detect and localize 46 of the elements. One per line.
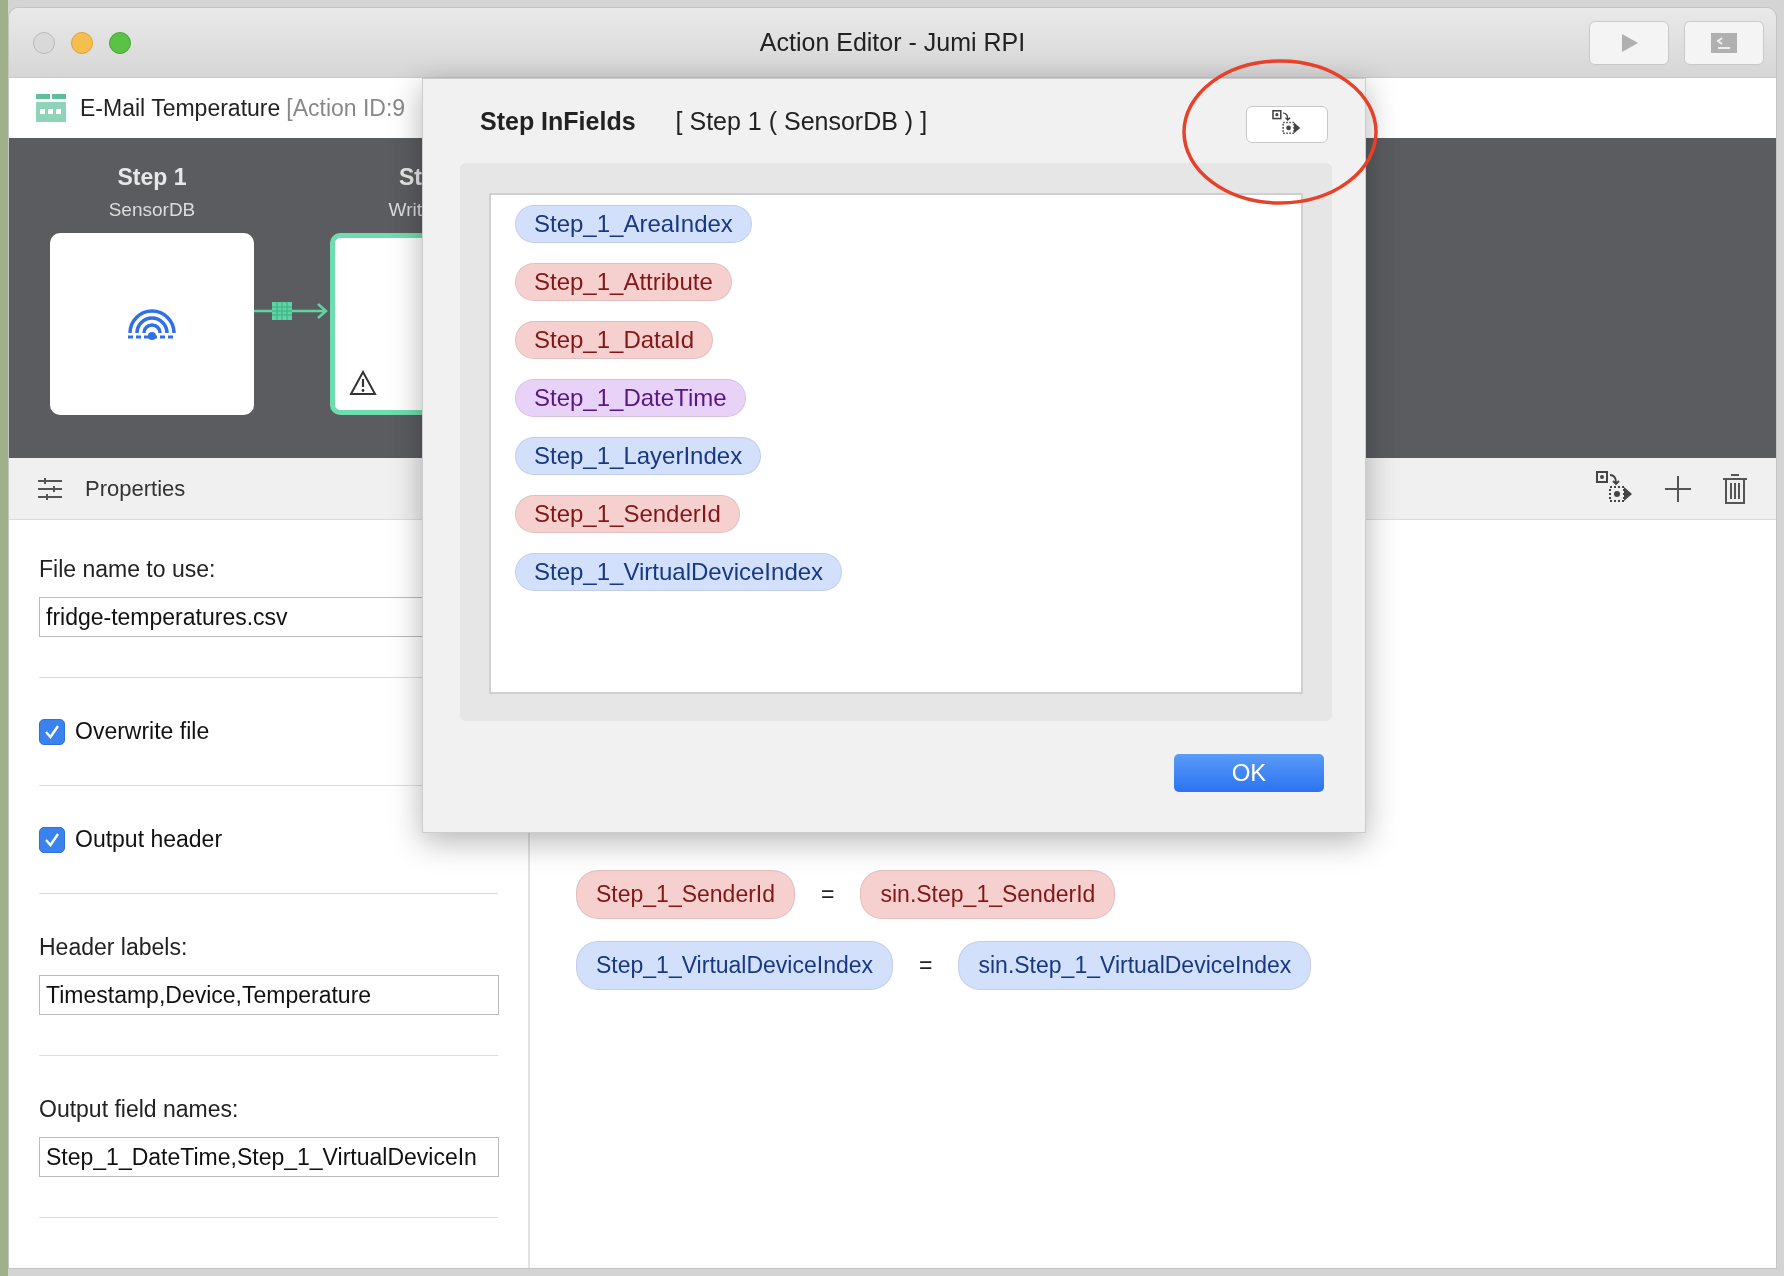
- field-tag[interactable]: Step_1_LayerIndex: [515, 437, 762, 475]
- table-icon: [36, 94, 66, 122]
- add-icon[interactable]: [1664, 474, 1692, 503]
- field-label: File name to use:: [39, 556, 217, 583]
- checkbox-label: Overwrite file: [75, 718, 210, 745]
- trash-icon[interactable]: [1722, 473, 1748, 504]
- checkbox[interactable]: [39, 826, 65, 853]
- action-name: E-Mail Temperature: [80, 94, 281, 122]
- field-tag: sin.Step_1_VirtualDeviceIndex: [958, 941, 1312, 990]
- field-label: Output field names:: [39, 1096, 240, 1123]
- step-title: Step 1: [117, 164, 187, 191]
- step-type: Writ: [388, 199, 422, 221]
- window-title: Action Editor - Jumi RPI: [758, 28, 1027, 57]
- field-tag: Step_1_VirtualDeviceIndex: [576, 941, 894, 990]
- field-tag: sin.Step_1_SenderId: [860, 870, 1116, 919]
- checkbox-label: Output header: [75, 826, 223, 853]
- map-fields-button[interactable]: [1246, 105, 1328, 143]
- field-tag[interactable]: Step_1_SenderId: [515, 495, 740, 533]
- field-tag: Step_1_SenderId: [576, 870, 796, 919]
- field-tag[interactable]: Step_1_DateTime: [515, 379, 746, 417]
- sliders-icon: [37, 477, 63, 500]
- zoom-button[interactable]: [109, 31, 131, 54]
- dialog-title: Step InFields: [480, 106, 636, 136]
- text-field[interactable]: Timestamp,Device,Temperature: [39, 975, 499, 1015]
- field-tag[interactable]: Step_1_DataId: [515, 321, 714, 359]
- field-label: Header labels:: [39, 934, 189, 961]
- action-id: [Action ID:9: [286, 94, 406, 122]
- step-type: SensorDB: [108, 199, 196, 221]
- close-button[interactable]: [33, 31, 55, 54]
- run-button[interactable]: [1589, 20, 1669, 65]
- field-tag[interactable]: Step_1_AreaIndex: [515, 205, 752, 243]
- field-tag[interactable]: Step_1_Attribute: [515, 263, 732, 301]
- console-icon: [1710, 31, 1738, 54]
- panel-title: Properties: [85, 475, 186, 502]
- text-field[interactable]: Step_1_DateTime,Step_1_VirtualDeviceIn: [39, 1137, 499, 1177]
- sensor-icon: [126, 307, 178, 341]
- dialog-subtitle: [ Step 1 ( SensorDB ) ]: [675, 106, 928, 136]
- checkbox[interactable]: [39, 718, 65, 745]
- equals-sign: =: [821, 881, 835, 908]
- minimize-button[interactable]: [71, 31, 93, 54]
- field-tag[interactable]: Step_1_VirtualDeviceIndex: [515, 553, 843, 591]
- step-card[interactable]: [50, 233, 254, 415]
- step-card[interactable]: [330, 233, 422, 415]
- console-button[interactable]: [1684, 20, 1764, 65]
- step-title: St: [399, 164, 422, 191]
- equals-sign: =: [919, 952, 933, 979]
